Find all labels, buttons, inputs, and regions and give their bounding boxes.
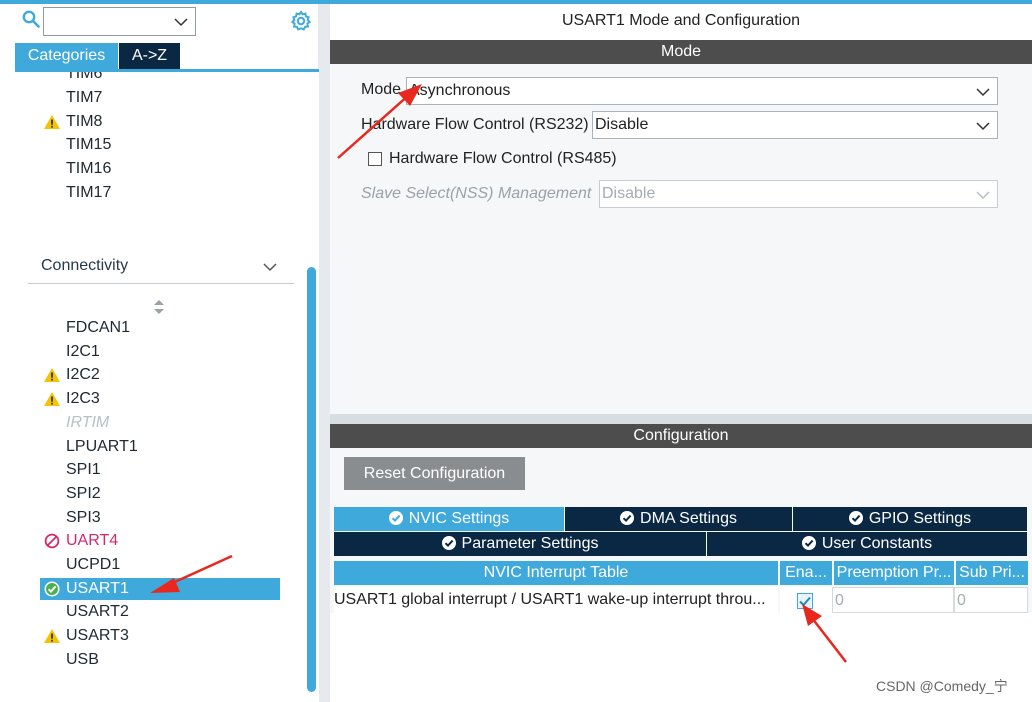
mode-select[interactable]: Asynchronous [406,77,998,105]
warning-icon [44,392,60,407]
chevron-down-icon[interactable] [174,15,188,29]
panel-divider[interactable] [318,4,330,702]
sidebar-item-label: SPI3 [66,508,101,526]
check-circle-icon [801,536,816,550]
tab-categories[interactable]: Categories [15,43,118,69]
tab-nvic-settings[interactable]: NVIC Settings [334,507,564,531]
check-circle-icon [441,536,456,550]
gear-icon[interactable] [290,10,312,32]
configuration-header: Configuration [330,424,1032,448]
chevron-down-icon [976,191,990,200]
sidebar-scrollbar-thumb[interactable] [307,267,316,692]
slave-select-value: Disable [602,185,656,202]
sidebar-item-label: USART3 [66,627,129,645]
sort-icon[interactable] [153,299,165,315]
warning-icon [44,629,60,644]
tab-parameter-settings[interactable]: Parameter Settings [334,532,706,556]
tab-gpio-settings[interactable]: GPIO Settings [793,507,1027,531]
sidebar-item-label: I2C2 [66,366,100,384]
table-row: USART1 global interrupt / USART1 wake-up… [334,587,778,613]
column-header-nvic-interrupt-table[interactable]: NVIC Interrupt Table [334,561,778,585]
tab-dma-settings[interactable]: DMA Settings [565,507,792,531]
slave-select-select: Disable [599,180,998,208]
mode-header: Mode [330,40,1032,64]
check-circle-icon [388,511,403,525]
column-header-preemption-priority[interactable]: Preemption Pr... [834,561,954,585]
sidebar-item-label: UART4 [66,532,119,550]
sidebar-item-label: TIM15 [66,136,112,154]
chevron-down-icon[interactable] [976,119,990,133]
sidebar-item-label: TIM7 [66,88,103,106]
search-combobox[interactable] [43,7,196,36]
check-circle-icon [848,511,863,525]
check-circle-icon [44,581,60,597]
sub-priority-cell: 0 [954,587,1028,613]
sidebar-item-label: I2C1 [66,342,100,360]
chevron-down-icon[interactable] [262,260,278,274]
sidebar-item-label: I2C3 [66,390,100,408]
sidebar-item-label: USB [66,650,99,668]
sidebar-item-label: TIM8 [66,112,103,130]
prohibited-icon [44,533,60,549]
watermark: CSDN @Comedy_宁 [876,678,1008,694]
sidebar-item-label: USART2 [66,603,129,621]
sidebar-item-label: TIM17 [66,184,112,201]
tab-a-z[interactable]: A->Z [119,43,180,69]
annotation-arrow-icon [802,604,847,663]
sidebar-item-label: LPUART1 [66,437,138,455]
sidebar-item-label: IRTIM [66,413,110,431]
sidebar-item-label: FDCAN1 [66,319,131,336]
warning-icon [44,114,60,129]
peripheral-list: TIM6 TIM7 TIM8 TIM15 TIM16 TIM17 FDCAN1 I2C1 I2C… [0,72,305,702]
tab-label: DMA Settings [640,510,737,527]
search-icon[interactable] [22,10,40,28]
pane-splitter[interactable] [330,414,1032,424]
sidebar-item-label: SPI2 [66,484,101,502]
tab-user-constants[interactable]: User Constants [707,532,1027,556]
annotation-arrow-icon [337,84,422,159]
tab-label: Parameter Settings [461,535,599,552]
section-connectivity[interactable]: Connectivity [41,257,128,275]
slave-select-label: Slave Select(NSS) Management [361,185,592,202]
hw-flow-rs232-select[interactable]: Disable [592,111,998,139]
tab-label: NVIC Settings [408,510,510,527]
tab-label: GPIO Settings [868,510,972,527]
hw-flow-rs232-value: Disable [595,116,649,133]
tab-label: User Constants [821,535,933,552]
column-header-enabled[interactable]: Ena... [780,561,832,585]
search-input[interactable] [44,8,164,35]
column-header-sub-priority[interactable]: Sub Pri... [956,561,1028,585]
sidebar-item-label: SPI1 [66,461,101,479]
chevron-down-icon[interactable] [976,85,990,99]
annotation-arrow-icon [150,554,233,593]
sidebar-item-label: TIM16 [66,160,112,178]
sidebar-item-label: TIM6 [66,72,103,82]
sidebar-item-label: UCPD1 [66,556,121,573]
check-circle-icon [620,511,635,525]
warning-icon [44,368,60,383]
reset-configuration-button[interactable]: Reset Configuration [344,457,525,490]
page-title: USART1 Mode and Configuration [561,12,801,29]
section-divider [28,283,294,284]
sidebar-item-label: USART1 [66,579,129,597]
